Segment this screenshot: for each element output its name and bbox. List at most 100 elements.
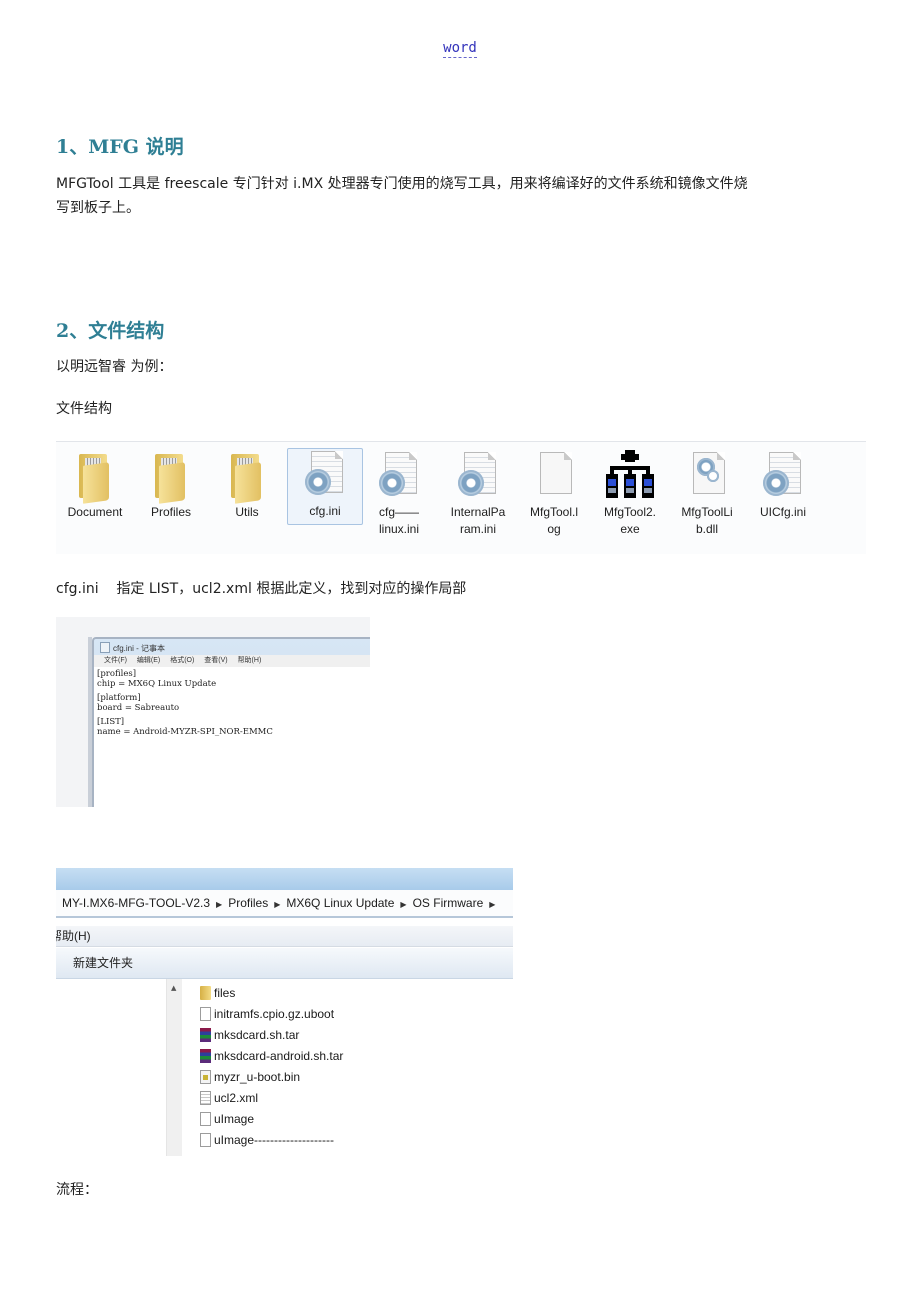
list-item-name: uImage-------------------- (214, 1133, 334, 1147)
file-item-uicfg-ini[interactable]: UICfg.ini (746, 450, 820, 521)
list-item-name: files (214, 986, 236, 1000)
breadcrumb-item[interactable]: OS Firmware (413, 896, 484, 910)
file-item-cfg-ini[interactable]: cfg.ini (287, 448, 363, 525)
notepad-menu-view[interactable]: 查看(V) (204, 657, 227, 664)
list-item[interactable]: ucl2.xml (200, 1088, 343, 1109)
explorer-nav-pane (56, 979, 166, 1156)
file-icon (200, 1112, 211, 1126)
header-link-text[interactable]: word (443, 40, 477, 58)
list-item-name: myzr_u-boot.bin (214, 1070, 301, 1084)
notepad-line: board = Sabreauto (97, 703, 180, 713)
notepad-app-icon (100, 642, 110, 653)
list-item-name: mksdcard-android.sh.tar (214, 1049, 344, 1063)
chevron-right-icon: ▶ (216, 900, 223, 909)
file-icon (200, 1007, 211, 1021)
notepad-menu-file[interactable]: 文件(F) (104, 657, 127, 664)
file-item-label: Profiles (150, 505, 191, 519)
file-item-label-line2: b.dll (695, 522, 718, 536)
list-item[interactable]: mksdcard-android.sh.tar (200, 1046, 343, 1067)
explorer-screenshot: MY-I.MX6-MFG-TOOL-V2.3 ▶ Profiles ▶ MX6Q Lin… (56, 868, 513, 1156)
blank-file-icon (530, 450, 578, 502)
config-file-icon (759, 450, 807, 502)
explorer-menubar: 帮助(H) (56, 926, 513, 947)
example-text: 以明远智睿 为例： (56, 359, 173, 375)
chevron-right-icon: ▶ (400, 900, 407, 909)
list-item[interactable]: mksdcard.sh.tar (200, 1025, 343, 1046)
file-item-label-line2: og (547, 522, 561, 536)
list-item[interactable]: uImage (200, 1109, 343, 1130)
folder-icon (147, 450, 195, 504)
file-item-mfgtool-log[interactable]: MfgTool.l og (517, 450, 591, 538)
rar-archive-icon (200, 1028, 211, 1042)
file-item-label-line1: cfg—— (378, 505, 419, 519)
notepad-menubar: 文件(F) 编辑(E) 格式(O) 查看(V) 帮助(H) (94, 655, 370, 667)
text-file-icon (200, 1091, 211, 1105)
cfg-note: cfg.ini 指定 LIST，ucl2.xml 根据此定义，找到对应的操作局部 (56, 581, 467, 597)
file-icon-strip: Document Profiles Utils cfg.ini cfg—— li… (56, 441, 866, 554)
explorer-titlebar (56, 868, 513, 890)
list-item[interactable]: files (200, 983, 343, 1004)
notepad-line: chip = MX6Q Linux Update (97, 679, 217, 689)
file-item-mfgtool2-exe[interactable]: MfgTool2. exe (593, 450, 667, 538)
notepad-screenshot: cfg.ini - 记事本 文件(F) 编辑(E) 格式(O) 查看(V) 帮助… (56, 617, 370, 807)
section1-heading: 1、MFG 说明 (56, 136, 184, 158)
notepad-menu-format[interactable]: 格式(O) (170, 657, 194, 664)
header-word-link[interactable]: word (0, 40, 920, 58)
file-item-document[interactable]: Document (58, 450, 132, 521)
config-file-icon (375, 450, 423, 502)
file-item-label-line2: linux.ini (378, 522, 420, 536)
notepad-title-text: cfg.ini - 记事本 (113, 644, 166, 653)
breadcrumb-item[interactable]: MY-I.MX6-MFG-TOOL-V2.3 (62, 896, 210, 910)
file-item-label-line1: MfgToolLi (681, 505, 733, 519)
folder-icon (71, 450, 119, 504)
file-item-label-line1: MfgTool.l (529, 505, 579, 519)
file-item-internalparam-ini[interactable]: InternalPa ram.ini (441, 450, 515, 538)
chevron-right-icon: ▶ (274, 900, 281, 909)
section1-paragraph: MFGTool 工具是 freescale 专门针对 i.MX 处理器专门使用的… (56, 172, 868, 220)
file-item-label: Utils (235, 505, 259, 519)
file-item-label: cfg.ini (309, 504, 341, 518)
file-item-label-line1: MfgTool2. (603, 505, 657, 519)
folder-icon (223, 450, 271, 504)
list-item[interactable]: uImage-------------------- (200, 1130, 343, 1151)
file-item-profiles[interactable]: Profiles (134, 450, 208, 521)
notepad-line: name = Android-MYZR-SPI_NOR-EMMC (97, 727, 273, 737)
section2-heading: 2、文件结构 (56, 320, 165, 342)
list-item[interactable]: myzr_u-boot.bin (200, 1067, 343, 1088)
new-folder-button[interactable]: 新建文件夹 (73, 956, 133, 970)
explorer-menu-help[interactable]: 帮助(H) (56, 929, 91, 943)
list-item-name: uImage (214, 1112, 255, 1126)
network-exe-icon (606, 450, 654, 502)
notepad-text-area[interactable]: [profiles] chip = MX6Q Linux Update [platf… (94, 667, 370, 807)
breadcrumb-item[interactable]: Profiles (228, 896, 268, 910)
notepad-menu-help[interactable]: 帮助(H) (238, 657, 262, 664)
folder-icon (200, 986, 211, 1000)
flow-label: 流程： (56, 1182, 98, 1198)
file-item-label-line1: InternalPa (450, 505, 506, 519)
breadcrumb-item[interactable]: MX6Q Linux Update (286, 896, 394, 910)
file-icon (200, 1133, 211, 1147)
file-item-label: UICfg.ini (759, 505, 806, 519)
explorer-toolbar: 新建文件夹 (56, 948, 513, 979)
list-item-name: mksdcard.sh.tar (214, 1028, 300, 1042)
notepad-window: cfg.ini - 记事本 文件(F) 编辑(E) 格式(O) 查看(V) 帮助… (92, 637, 370, 807)
notepad-menu-edit[interactable]: 编辑(E) (137, 657, 160, 664)
file-item-mfgtoollib-dll[interactable]: MfgToolLi b.dll (670, 450, 744, 538)
list-item-name: initramfs.cpio.gz.uboot (214, 1007, 335, 1021)
file-item-cfg-linux-ini[interactable]: cfg—— linux.ini (362, 450, 436, 538)
rar-archive-icon (200, 1049, 211, 1063)
dll-file-icon (683, 450, 731, 502)
file-item-utils[interactable]: Utils (210, 450, 284, 521)
scroll-up-arrow-icon[interactable]: ▲ (171, 984, 176, 992)
file-item-label: Document (67, 505, 123, 519)
explorer-breadcrumb[interactable]: MY-I.MX6-MFG-TOOL-V2.3 ▶ Profiles ▶ MX6Q Lin… (56, 890, 513, 918)
list-item[interactable]: initramfs.cpio.gz.uboot (200, 1004, 343, 1025)
config-file-icon (301, 449, 349, 501)
chevron-right-icon: ▶ (489, 900, 496, 909)
notepad-line: [platform] (97, 693, 141, 703)
section1-paragraph-line2: 写到板子上。 (56, 200, 140, 216)
section1-paragraph-line1: MFGTool 工具是 freescale 专门针对 i.MX 处理器专门使用的… (56, 176, 748, 192)
notepad-line: [profiles] (97, 669, 137, 679)
config-file-icon (454, 450, 502, 502)
nav-pane-scrollbar[interactable]: ▲ (166, 979, 182, 1156)
